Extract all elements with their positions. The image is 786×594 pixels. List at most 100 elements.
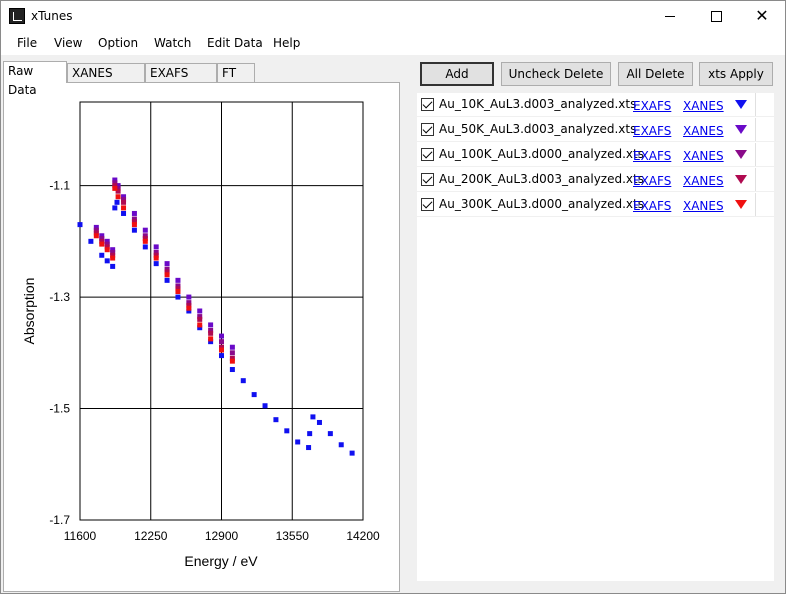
menu-bar: File View Option Watch Edit Data Help: [1, 31, 785, 55]
data-point: [142, 238, 148, 244]
row-divider: [755, 193, 756, 216]
maximize-button[interactable]: [693, 1, 739, 31]
data-point: [273, 417, 279, 423]
xanes-link[interactable]: XANES: [683, 174, 724, 188]
data-point: [219, 333, 224, 339]
data-point: [208, 322, 214, 328]
file-checkbox[interactable]: [421, 173, 434, 186]
data-point: [88, 238, 94, 244]
close-button[interactable]: ✕: [739, 1, 785, 31]
file-name: Au_10K_AuL3.d003_analyzed.xts: [439, 97, 637, 111]
y-tick-label: -1.3: [49, 290, 70, 304]
data-point: [153, 261, 159, 267]
close-icon: ✕: [755, 6, 769, 25]
maximize-icon: [710, 10, 722, 22]
data-point: [219, 347, 224, 353]
file-row: Au_200K_AuL3.d003_analyzed.xts EXAFS XAN…: [417, 168, 774, 192]
data-point: [104, 247, 110, 253]
data-point: [175, 288, 181, 294]
file-checkbox[interactable]: [421, 148, 434, 161]
file-name: Au_200K_AuL3.d003_analyzed.xts: [439, 172, 644, 186]
series-color-marker-icon[interactable]: [735, 150, 747, 159]
data-point: [310, 414, 316, 420]
data-point: [110, 263, 116, 269]
x-tick-label: 11600: [64, 529, 97, 543]
minimize-icon: [665, 15, 675, 17]
data-point: [186, 294, 192, 300]
data-point: [208, 336, 214, 342]
data-point: [110, 255, 116, 261]
series-color-marker-icon[interactable]: [735, 175, 747, 184]
x-tick-label: 12250: [134, 529, 168, 543]
menu-help[interactable]: Help: [273, 36, 300, 50]
row-divider: [755, 168, 756, 191]
menu-file[interactable]: File: [17, 36, 37, 50]
menu-watch[interactable]: Watch: [154, 36, 191, 50]
file-checkbox[interactable]: [421, 123, 434, 136]
data-point: [164, 277, 170, 283]
xanes-link[interactable]: XANES: [683, 149, 724, 163]
menu-option[interactable]: Option: [98, 36, 138, 50]
xanes-link[interactable]: XANES: [683, 99, 724, 113]
data-point: [93, 233, 99, 239]
y-tick-label: -1.7: [49, 513, 70, 527]
tab-raw-data[interactable]: Raw Data: [3, 61, 67, 97]
minimize-button[interactable]: [647, 1, 693, 31]
file-name: Au_300K_AuL3.d000_analyzed.xts: [439, 197, 644, 211]
data-point: [112, 185, 118, 191]
data-point: [142, 227, 148, 233]
app-icon: [9, 8, 25, 24]
data-point: [153, 255, 159, 261]
x-tick-label: 14200: [346, 529, 380, 543]
data-point: [142, 244, 148, 250]
data-point: [240, 378, 246, 384]
file-name: Au_50K_AuL3.d003_analyzed.xts: [439, 122, 637, 136]
data-point: [251, 392, 257, 398]
data-point: [197, 316, 203, 322]
file-row: Au_50K_AuL3.d003_analyzed.xts EXAFS XANE…: [417, 118, 774, 142]
data-point: [307, 431, 313, 437]
xanes-link[interactable]: XANES: [683, 199, 724, 213]
file-checkbox[interactable]: [421, 198, 434, 211]
x-axis-label: Energy / eV: [184, 553, 258, 569]
data-point: [284, 428, 290, 434]
file-checkbox[interactable]: [421, 98, 434, 111]
exafs-link[interactable]: EXAFS: [633, 149, 671, 163]
menu-view[interactable]: View: [54, 36, 82, 50]
data-point: [77, 222, 83, 228]
row-divider: [755, 118, 756, 141]
data-point: [229, 358, 235, 364]
data-point: [295, 439, 301, 445]
window-title: xTunes: [31, 9, 73, 23]
xanes-link[interactable]: XANES: [683, 124, 724, 138]
absorption-chart[interactable]: 11600 12250 12900 13550 14200 -1.1 -1.3 -1.5 -1.…: [4, 83, 399, 591]
tab-xanes-field[interactable]: XANES Field: [67, 63, 145, 99]
menu-edit-data[interactable]: Edit Data: [207, 36, 263, 50]
title-bar[interactable]: xTunes ✕: [1, 1, 785, 31]
data-point: [153, 244, 159, 250]
exafs-link[interactable]: EXAFS: [633, 124, 671, 138]
data-point: [208, 330, 214, 336]
raw-data-tab-page: 11600 12250 12900 13550 14200 -1.1 -1.3 -1.5 -1.…: [3, 82, 400, 592]
data-point: [164, 261, 170, 267]
all-delete-button[interactable]: All Delete: [618, 62, 693, 86]
data-point: [114, 199, 120, 205]
tab-exafs-vib[interactable]: EXAFS Vib.: [145, 63, 217, 99]
exafs-link[interactable]: EXAFS: [633, 99, 671, 113]
tab-ft[interactable]: FT: [217, 63, 255, 82]
uncheck-delete-button[interactable]: Uncheck Delete: [501, 62, 611, 86]
row-divider: [755, 143, 756, 166]
file-list: Au_10K_AuL3.d003_analyzed.xts EXAFS XANE…: [417, 93, 774, 581]
series-color-marker-icon[interactable]: [735, 200, 747, 209]
row-divider: [755, 93, 756, 116]
exafs-link[interactable]: EXAFS: [633, 174, 671, 188]
exafs-link[interactable]: EXAFS: [633, 199, 671, 213]
data-point: [338, 442, 344, 448]
data-point: [115, 194, 121, 200]
xts-apply-button[interactable]: xts Apply: [699, 62, 773, 86]
series-color-marker-icon[interactable]: [735, 100, 747, 109]
series-color-marker-icon[interactable]: [735, 125, 747, 134]
file-row: Au_300K_AuL3.d000_analyzed.xts EXAFS XAN…: [417, 193, 774, 217]
add-button[interactable]: Add: [420, 62, 494, 86]
data-point: [327, 431, 333, 437]
